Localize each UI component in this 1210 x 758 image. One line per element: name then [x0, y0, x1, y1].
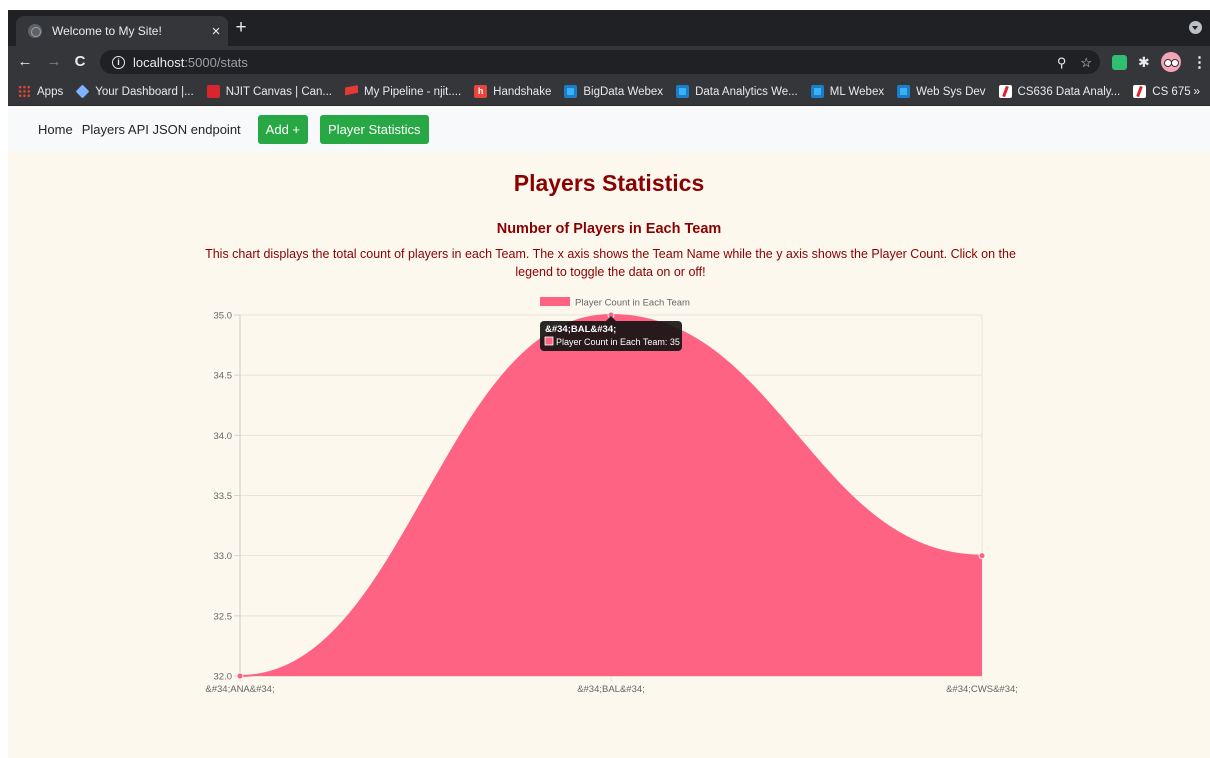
y-tick-label: 34.5: [214, 371, 233, 382]
y-tick-label: 35.0: [214, 311, 233, 322]
y-tick-label: 32.5: [214, 611, 233, 622]
x-tick-label: &#34;BAL&#34;: [577, 684, 645, 695]
tooltip-body: Player Count in Each Team: 35: [556, 337, 680, 347]
tooltip-swatch: [544, 336, 554, 346]
y-tick-label: 34.0: [214, 431, 233, 442]
data-point[interactable]: [978, 552, 986, 560]
legend-swatch[interactable]: [540, 297, 570, 306]
y-tick-label: 33.5: [214, 491, 233, 502]
browser-window: Welcome to My Site! × + ← → C i localhos…: [8, 10, 1210, 758]
legend-label[interactable]: Player Count in Each Team: [575, 298, 690, 309]
y-tick-label: 32.0: [214, 672, 233, 683]
data-point[interactable]: [236, 672, 244, 680]
tooltip-title: &#34;BAL&#34;: [545, 324, 616, 335]
y-tick-label: 33.0: [214, 551, 233, 562]
player-count-chart: 35.0 34.5 34.0 33.5 33.0 32.5 32.0&#34;ANA&#34…: [205, 297, 1018, 695]
x-tick-label: &#34;CWS&#34;: [946, 684, 1018, 695]
x-tick-label: &#34;ANA&#34;: [205, 684, 274, 695]
